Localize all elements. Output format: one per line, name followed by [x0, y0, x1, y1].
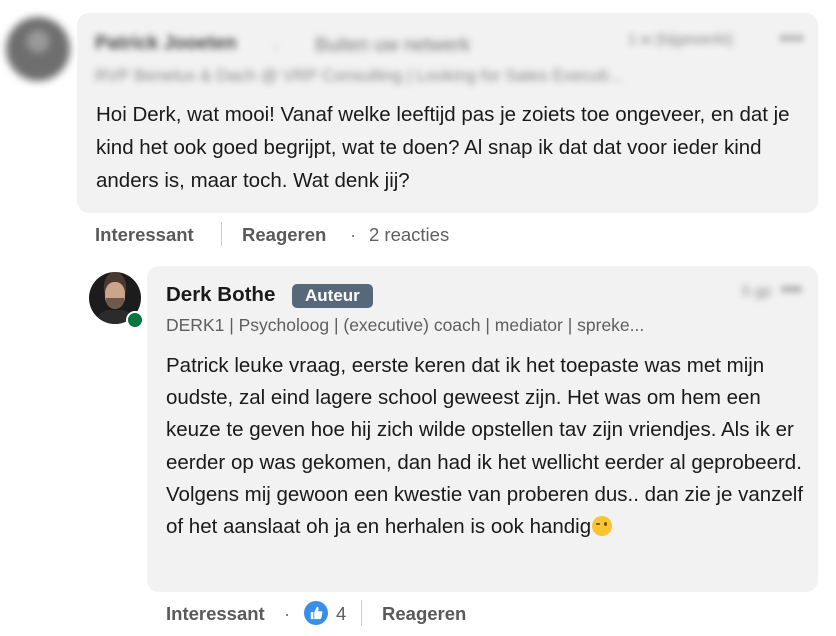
separator-dot: · [273, 36, 279, 56]
avatar-beard [106, 298, 124, 309]
avatar[interactable] [6, 17, 70, 81]
more-options-icon[interactable]: ••• [781, 279, 802, 302]
reply-button[interactable]: Reageren [382, 603, 466, 625]
thumbs-up-icon[interactable] [304, 601, 328, 625]
separator-dot: · [350, 224, 357, 245]
like-button[interactable]: Interessant [95, 224, 194, 246]
author-badge: Auteur [292, 284, 373, 308]
reply-text: Patrick leuke vraag, eerste keren dat ik… [166, 350, 806, 543]
reply-timestamp: 5 gp [742, 283, 772, 300]
author-headline: DERK1 | Psycholoog | (executive) coach |… [166, 315, 645, 335]
replies-count-link[interactable]: 2 reacties [369, 224, 449, 246]
winking-face-icon [592, 516, 613, 537]
action-divider [361, 600, 362, 626]
more-options-icon[interactable]: ••• [780, 28, 804, 51]
separator-dot: · [284, 603, 291, 624]
comment-text: Hoi Derk, wat mooi! Vanaf welke leeftijd… [96, 103, 790, 192]
action-divider [221, 222, 222, 246]
reply-text-body: Patrick leuke vraag, eerste keren dat ik… [166, 354, 804, 539]
like-button[interactable]: Interessant [166, 603, 265, 625]
reply-button[interactable]: Reageren [242, 224, 326, 246]
comment-author-name[interactable]: Patrick Jooeten [95, 33, 237, 55]
author-headline: RVP Benelux & Dach @ VRP Consulting | Lo… [95, 66, 623, 85]
comment-timestamp: 1 w (bijgewerkt) [628, 31, 734, 48]
online-status-indicator [126, 311, 144, 329]
reaction-count[interactable]: 4 [336, 603, 346, 625]
connection-degree: Buiten uw netwerk [315, 35, 471, 56]
reply-author-name[interactable]: Derk Bothe [166, 283, 275, 307]
